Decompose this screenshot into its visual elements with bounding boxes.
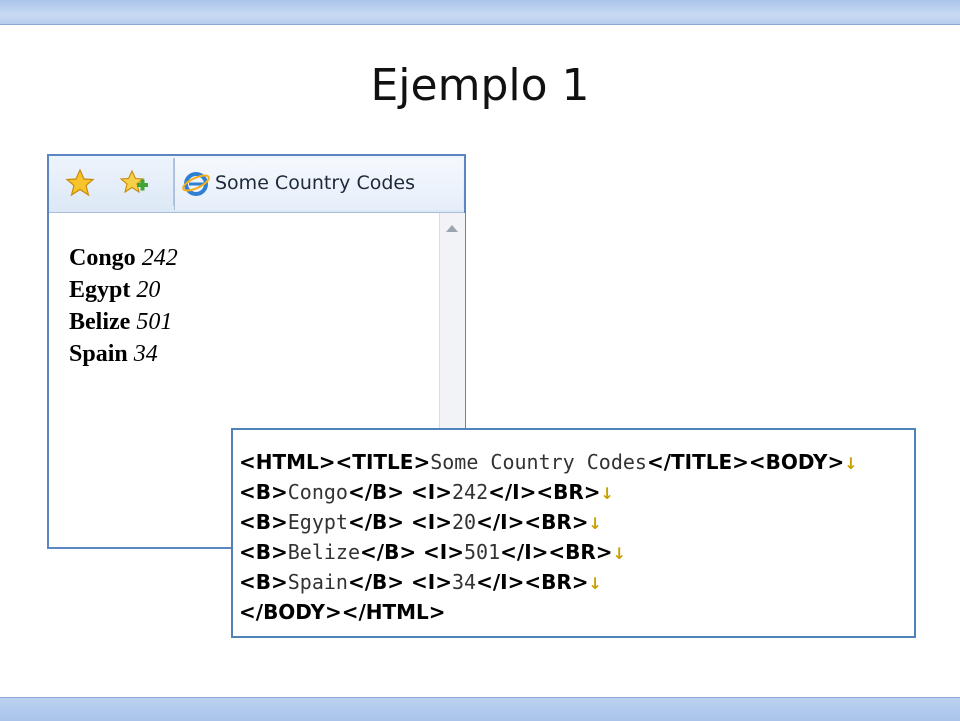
code-tag: </I> (476, 570, 525, 594)
newline-arrow-icon: ↓ (844, 454, 858, 473)
code-tag: <I> (411, 570, 452, 594)
code-text: Belize (287, 540, 361, 564)
code-line: </BODY></HTML> (239, 598, 858, 627)
code-tag: </B> (347, 480, 412, 504)
list-item: Spain 34 (69, 341, 158, 367)
code-line: <B>Belize</B> <I>501</I><BR>↓ (239, 538, 858, 568)
code-text: 20 (451, 510, 477, 534)
code-line: <B>Egypt</B> <I>20</I><BR>↓ (239, 508, 858, 538)
browser-tab-bar: Some Country Codes (49, 156, 464, 213)
list-item: Belize 501 (69, 309, 173, 335)
html-source-code: <HTML><TITLE>Some Country Codes</TITLE><… (239, 448, 858, 627)
code-text: 242 (451, 480, 489, 504)
slide-title: Ejemplo 1 (370, 60, 590, 111)
code-text: Egypt (287, 510, 348, 534)
code-tag: <B> (239, 480, 288, 504)
code-tag: <BODY> (748, 450, 845, 474)
code-tag: <BR> (536, 480, 601, 504)
code-tag: <B> (239, 510, 288, 534)
newline-arrow-icon: ↓ (588, 514, 602, 533)
list-item: Egypt 20 (69, 277, 161, 303)
tab-title: Some Country Codes (215, 172, 415, 194)
code-tag: </B> (360, 540, 424, 564)
tab-some-country-codes[interactable]: Some Country Codes (174, 158, 463, 210)
code-tag: </I> (476, 510, 525, 534)
scroll-up-arrow-icon[interactable] (446, 225, 458, 232)
code-tag: <TITLE> (335, 450, 431, 474)
code-tag: </I> (488, 480, 537, 504)
code-tag: <B> (239, 540, 288, 564)
code-tag: <HTML> (239, 450, 336, 474)
code-tag: </I> (500, 540, 549, 564)
slide-bottom-bar (0, 697, 960, 721)
code-tag: </BODY> (239, 600, 342, 624)
code-text: Some Country Codes (430, 450, 647, 474)
html-code-box: <HTML><TITLE>Some Country Codes</TITLE><… (231, 428, 916, 638)
code-text: 501 (464, 540, 501, 564)
newline-arrow-icon: ↓ (600, 484, 614, 503)
code-tag: <I> (423, 540, 465, 564)
code-tag: </HTML> (341, 600, 446, 624)
favorites-area (53, 158, 174, 206)
code-tag: <BR> (548, 540, 613, 564)
country-list: Congo 242 Egypt 20 Belize 501 Spain 34 (69, 242, 178, 370)
list-item: Congo 242 (69, 245, 178, 271)
newline-arrow-icon: ↓ (588, 574, 602, 593)
code-tag: <BR> (524, 510, 589, 534)
code-tag: </B> (347, 570, 412, 594)
code-tag: <I> (411, 480, 452, 504)
ie-icon (181, 168, 211, 198)
code-tag: </TITLE> (646, 450, 749, 474)
add-favorite-icon[interactable] (119, 168, 149, 198)
code-tag: <BR> (524, 570, 589, 594)
slide-top-bar (0, 0, 960, 25)
code-line: <B>Congo</B> <I>242</I><BR>↓ (239, 478, 858, 508)
code-tag: </B> (347, 510, 412, 534)
code-line: <HTML><TITLE>Some Country Codes</TITLE><… (239, 448, 858, 478)
code-text: Congo (287, 480, 348, 504)
newline-arrow-icon: ↓ (612, 544, 626, 563)
code-tag: <I> (411, 510, 452, 534)
code-text: Spain (287, 570, 348, 594)
code-tag: <B> (239, 570, 288, 594)
code-line: <B>Spain</B> <I>34</I><BR>↓ (239, 568, 858, 598)
star-icon[interactable] (65, 168, 95, 198)
code-text: 34 (451, 570, 477, 594)
